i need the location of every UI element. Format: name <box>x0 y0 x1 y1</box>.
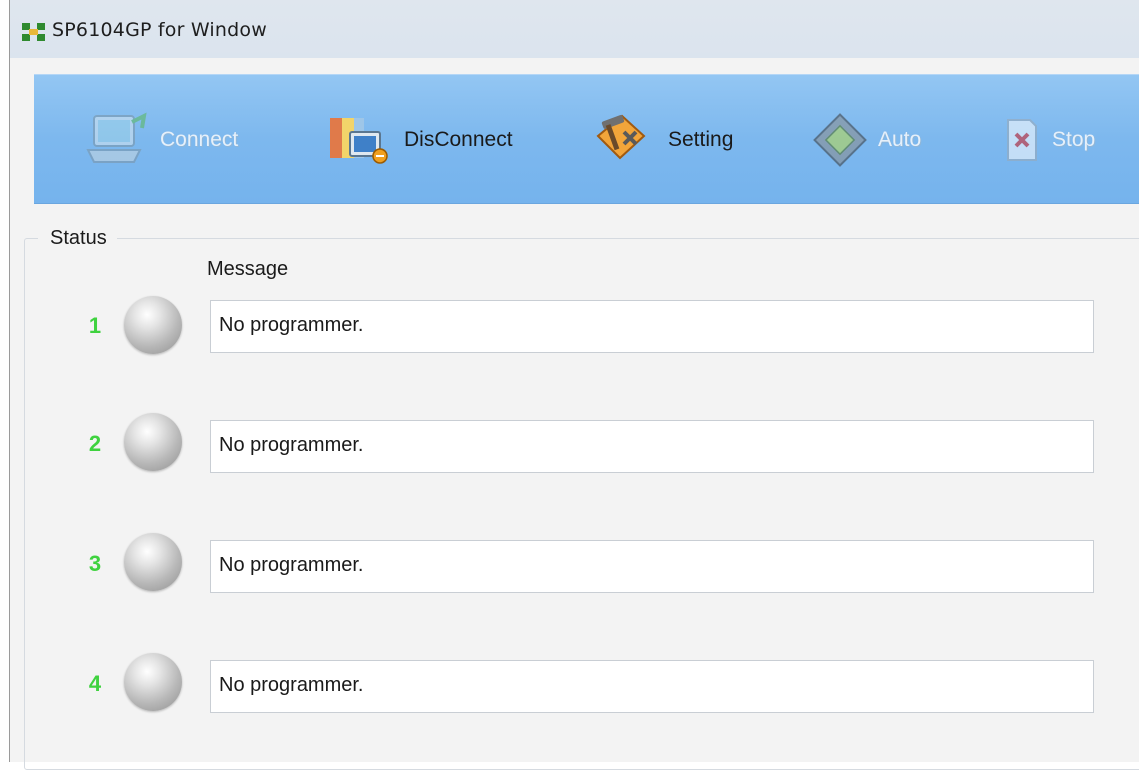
chip-auto-icon <box>813 113 867 167</box>
disconnect-button[interactable]: DisConnect <box>324 105 513 175</box>
setting-button[interactable]: Setting <box>588 105 733 175</box>
stop-label: Stop <box>1052 128 1096 151</box>
app-logo-icon <box>22 23 45 41</box>
disconnect-icon <box>330 118 388 164</box>
auto-label: Auto <box>878 128 922 151</box>
message-field[interactable]: No programmer. <box>210 540 1094 593</box>
status-led-indicator <box>124 296 182 354</box>
disconnect-label: DisConnect <box>404 128 513 151</box>
computer-connect-icon <box>86 112 147 163</box>
message-field[interactable]: No programmer. <box>210 660 1094 713</box>
connect-button[interactable]: Connect <box>80 105 238 175</box>
tools-setting-icon <box>596 114 646 160</box>
setting-label: Setting <box>668 128 734 151</box>
connect-label: Connect <box>160 128 239 151</box>
row-number: 1 <box>88 313 102 338</box>
row-number: 2 <box>88 431 102 456</box>
status-led-indicator <box>124 413 182 471</box>
auto-button[interactable]: Auto <box>812 105 921 175</box>
stop-button[interactable]: Stop <box>1002 105 1095 175</box>
window-title: SP6104GP for Window <box>52 19 267 41</box>
row-number: 3 <box>88 551 102 576</box>
toolbar: Connect DisConnect Setting Auto Stop <box>34 74 1139 204</box>
message-field[interactable]: No programmer. <box>210 300 1094 353</box>
status-group-label: Status <box>38 227 117 250</box>
title-bar[interactable]: SP6104GP for Window <box>10 0 1139 58</box>
status-led-indicator <box>124 653 182 711</box>
stop-x-icon <box>1007 119 1037 161</box>
message-column-header: Message <box>207 258 289 280</box>
status-led-indicator <box>124 533 182 591</box>
row-number: 4 <box>88 671 102 696</box>
message-field[interactable]: No programmer. <box>210 420 1094 473</box>
